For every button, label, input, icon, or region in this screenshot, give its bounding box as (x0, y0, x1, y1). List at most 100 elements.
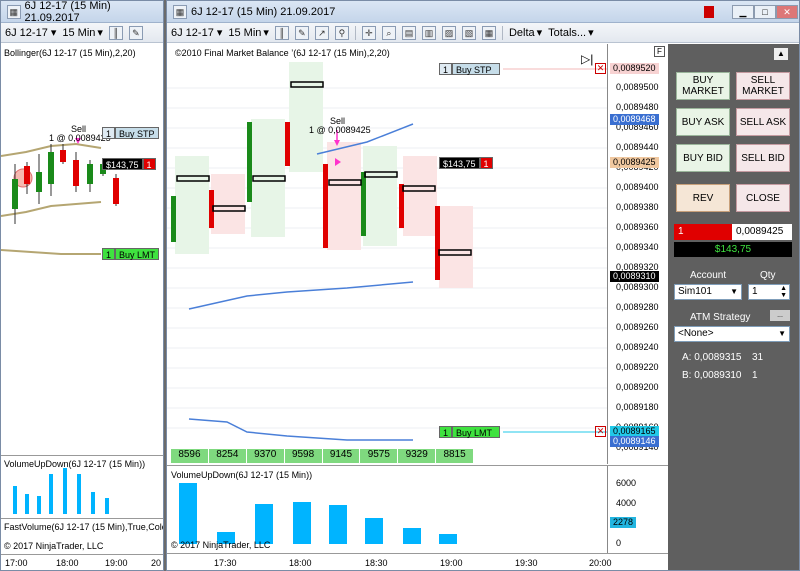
price-label: 0,0089360 (616, 222, 659, 232)
left-window-title: 6J 12-17 (15 Min) 21.09.2017 (24, 0, 111, 24)
price-label: 0,0089500 (616, 82, 659, 92)
delta-selector[interactable]: Delta ▾ (509, 26, 542, 40)
red-flag-icon[interactable] (704, 6, 714, 18)
qty-stepper[interactable]: 1 ▲ ▼ (748, 284, 790, 300)
main-chart-window: ▦ 6J 12-17 (15 Min) 21.09.2017 ▁ □ ✕ 6J … (166, 0, 800, 571)
pin-icon[interactable]: ⚲ (334, 25, 349, 40)
scroll-end-icon[interactable]: ▷| (581, 52, 593, 66)
fast-volume-label: FastVolume(6J 12-17 (15 Min),True,Colo (4, 522, 164, 532)
order-entry-icon[interactable]: ▦ (481, 25, 496, 40)
price-label: 0,0089200 (616, 382, 659, 392)
left-vol-bar (63, 468, 67, 514)
volume-bar (439, 534, 457, 544)
last-price-tag: 0,0089310 (610, 271, 659, 282)
instrument-selector[interactable]: 6J 12-17 ▾ (5, 26, 56, 39)
panel-close-icon[interactable]: F (654, 46, 665, 57)
chart-icon: ▦ (7, 4, 21, 19)
totals-selector[interactable]: Totals... ▾ (548, 26, 593, 40)
data-box-icon[interactable]: ▤ (401, 25, 416, 40)
interval-selector[interactable]: 15 Min ▾ (62, 26, 103, 40)
fmb-indicator-label: ©2010 Final Market Balance ’(6J 12-17 (1… (175, 48, 390, 58)
volume-current-tag: 2278 (610, 517, 637, 528)
left-buy-lmt-order[interactable]: 1 Buy LMT (102, 248, 160, 260)
price-label: 0,0089220 (616, 362, 659, 372)
properties-icon[interactable]: ▧ (461, 25, 476, 40)
time-tick: 19:00 (105, 558, 128, 568)
atm-strategy-label: ATM Strategy (690, 312, 751, 323)
bar-type-icon[interactable]: ║ (108, 25, 123, 40)
toolbar-separator (354, 25, 356, 40)
left-vol-bar (91, 492, 95, 514)
main-titlebar[interactable]: ▦ 6J 12-17 (15 Min) 21.09.2017 ▁ □ ✕ (167, 1, 799, 23)
price-label: 0,0089440 (616, 142, 659, 152)
stepper-arrows-icon[interactable]: ▲ ▼ (780, 285, 787, 299)
interval-selector[interactable]: 15 Min ▾ (228, 26, 269, 40)
price-label: 0,0089400 (616, 182, 659, 192)
order-entry-panel: ▲ BUY MARKET SELL MARKET BUY ASK SELL AS… (668, 44, 799, 570)
volume-bar (293, 502, 311, 544)
ask-price-label: A: 0,0089315 (682, 352, 742, 363)
main-copyright: © 2017 NinjaTrader, LLC (171, 540, 271, 550)
buy-market-button[interactable]: BUY MARKET (676, 72, 730, 100)
totals-cell: 8254 (209, 449, 247, 463)
left-buy-stp-order[interactable]: 1 Buy STP (102, 127, 159, 139)
left-copyright: © 2017 NinjaTrader, LLC (4, 541, 104, 551)
main-buy-stp-order[interactable]: 1 Buy STP (439, 63, 501, 75)
price-label: 0,0089260 (616, 322, 659, 332)
buy-ask-button[interactable]: BUY ASK (676, 108, 730, 136)
main-window-title: 6J 12-17 (15 Min) 21.09.2017 (191, 5, 336, 18)
position-pnl: $143,75 (674, 242, 792, 257)
price-label: 0,0089300 (616, 282, 659, 292)
panel-collapse-button[interactable]: ▲ (774, 48, 788, 60)
left-toolbar: 6J 12-17 ▾ 15 Min ▾ ║ ✎ (1, 23, 163, 43)
cancel-buy-lmt-icon[interactable]: ✕ (595, 426, 606, 437)
account-select[interactable]: Sim101 ▼ (674, 284, 742, 300)
maximize-button[interactable]: □ (754, 5, 776, 19)
pencil-icon[interactable]: ✎ (294, 25, 309, 40)
indicator-icon[interactable]: ▥ (421, 25, 436, 40)
reverse-button[interactable]: REV (676, 184, 730, 212)
strategy-icon[interactable]: ▨ (441, 25, 456, 40)
pencil-icon[interactable]: ✎ (128, 25, 143, 40)
price-label: 0,0089380 (616, 202, 659, 212)
left-volume-panel: VolumeUpDown(6J 12-17 (15 Min)) (1, 455, 163, 517)
left-volume-label: VolumeUpDown(6J 12-17 (15 Min)) (4, 459, 146, 469)
close-button[interactable]: ✕ (776, 5, 798, 19)
sell-market-button[interactable]: SELL MARKET (736, 72, 790, 100)
totals-cell: 8596 (171, 449, 209, 463)
draw-tool-icon[interactable]: ↗ (314, 25, 329, 40)
left-vol-bar (25, 494, 29, 514)
left-vol-bar (105, 498, 109, 514)
volume-axis: 6000 4000 2000 0 2278 (607, 466, 668, 554)
time-tick: 17:30 (214, 558, 237, 568)
account-label: Account (690, 270, 727, 281)
time-tick: 18:00 (289, 558, 312, 568)
time-tick: 17:00 (5, 558, 28, 568)
atm-strategy-select[interactable]: <None> ▼ (674, 326, 790, 342)
main-buy-lmt-order[interactable]: 1 Buy LMT (439, 426, 501, 438)
bar-type-icon[interactable]: ║ (274, 25, 289, 40)
sell-bid-button[interactable]: SELL BID (736, 144, 790, 172)
minimize-button[interactable]: ▁ (732, 5, 754, 19)
left-vol-bar (49, 474, 53, 514)
toolbar-separator (501, 25, 503, 40)
sell-ask-button[interactable]: SELL ASK (736, 108, 790, 136)
volume-axis-label: 0 (616, 538, 622, 548)
atm-strategy-menu-button[interactable]: ... (770, 310, 790, 321)
crosshair-icon[interactable]: ✛ (361, 25, 376, 40)
close-position-button[interactable]: CLOSE (736, 184, 790, 212)
buy-bid-button[interactable]: BUY BID (676, 144, 730, 172)
totals-cell: 8815 (443, 449, 466, 460)
left-vol-bar (37, 496, 41, 514)
zoom-icon[interactable]: ⌕ (381, 25, 396, 40)
instrument-selector[interactable]: 6J 12-17 ▾ (171, 26, 222, 39)
cancel-buy-stp-icon[interactable]: ✕ (595, 63, 606, 74)
price-label: 0,0089180 (616, 402, 659, 412)
price-label: 0,0089340 (616, 242, 659, 252)
left-titlebar[interactable]: ▦ 6J 12-17 (15 Min) 21.09.2017 (1, 0, 163, 24)
price-label: 0,0089240 (616, 342, 659, 352)
time-tick: 20 (151, 558, 162, 568)
time-tick: 19:00 (440, 558, 463, 568)
bid-price-label: B: 0,0089310 (682, 370, 742, 381)
time-tick: 18:00 (56, 558, 79, 568)
